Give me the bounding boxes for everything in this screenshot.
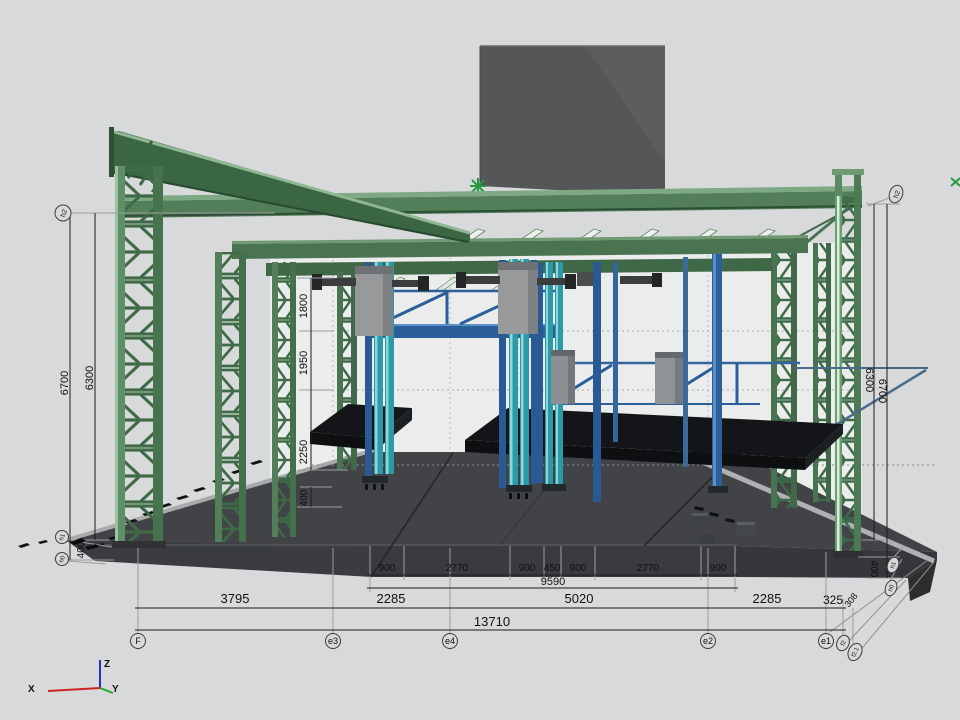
dim-grid-5020: 5020 bbox=[565, 591, 594, 606]
grid-label-e4: e4 bbox=[445, 636, 455, 646]
grid-label-e1: e1 bbox=[821, 636, 831, 646]
dim-mid-1950: 1950 bbox=[298, 351, 310, 375]
dim-right-6300: 6300 bbox=[863, 368, 875, 392]
dim-left-400: 400 bbox=[76, 541, 87, 558]
hopper-box bbox=[480, 46, 665, 196]
dim-slab-900a: 900 bbox=[379, 563, 396, 574]
dim-overall-13710: 13710 bbox=[474, 614, 510, 629]
axis-z-label: Z bbox=[104, 659, 110, 670]
dim-slab-2770a: 2770 bbox=[446, 563, 469, 574]
dim-mid-2250: 2250 bbox=[298, 440, 310, 464]
truss-tower-front-left bbox=[112, 166, 166, 548]
dim-grid-325: 325 bbox=[823, 593, 843, 607]
cad-viewport[interactable]: 6700 6300 400 1800 1950 2250 400 6300 67… bbox=[0, 0, 960, 720]
dim-slab-2770b: 2770 bbox=[637, 563, 660, 574]
dim-grid-2285a: 2285 bbox=[377, 591, 406, 606]
truss-tower-2 bbox=[215, 252, 246, 542]
dim-slab-900b: 900 bbox=[519, 563, 536, 574]
axis-x-label: X bbox=[28, 684, 35, 695]
dim-left-6700: 6700 bbox=[59, 371, 71, 395]
axis-y-label: Y bbox=[112, 684, 119, 695]
grid-label-e3: e3 bbox=[328, 636, 338, 646]
model-view-svg[interactable]: 6700 6300 400 1800 1950 2250 400 6300 67… bbox=[0, 0, 960, 720]
grid-label-e2: e2 bbox=[703, 636, 713, 646]
dim-slab-450: 450 bbox=[544, 563, 561, 574]
dim-right-400: 400 bbox=[868, 561, 879, 578]
dim-slab-total: 9590 bbox=[541, 576, 565, 588]
dim-slab-900d: 900 bbox=[710, 563, 727, 574]
truss-tower-back-right-2 bbox=[813, 243, 831, 502]
dim-grid-2285b: 2285 bbox=[753, 591, 782, 606]
truss-tower-front-right bbox=[832, 169, 864, 558]
dim-grid-3795: 3795 bbox=[221, 591, 250, 606]
equipment-box-mid-1 bbox=[551, 350, 575, 404]
column-blue-thin-2 bbox=[683, 257, 688, 467]
dim-mid-1800: 1800 bbox=[298, 294, 310, 318]
dim-slab-900c: 900 bbox=[570, 563, 587, 574]
dim-left-6300: 6300 bbox=[84, 366, 96, 390]
column-blue-thin-1 bbox=[613, 262, 618, 442]
grid-label-F: F bbox=[135, 636, 141, 646]
dim-mid-400: 400 bbox=[299, 489, 310, 506]
equipment-box-mid-2 bbox=[655, 352, 683, 404]
truss-tower-3 bbox=[272, 262, 296, 537]
column-blue-mid bbox=[593, 262, 601, 502]
dim-right-6700: 6700 bbox=[876, 379, 888, 403]
